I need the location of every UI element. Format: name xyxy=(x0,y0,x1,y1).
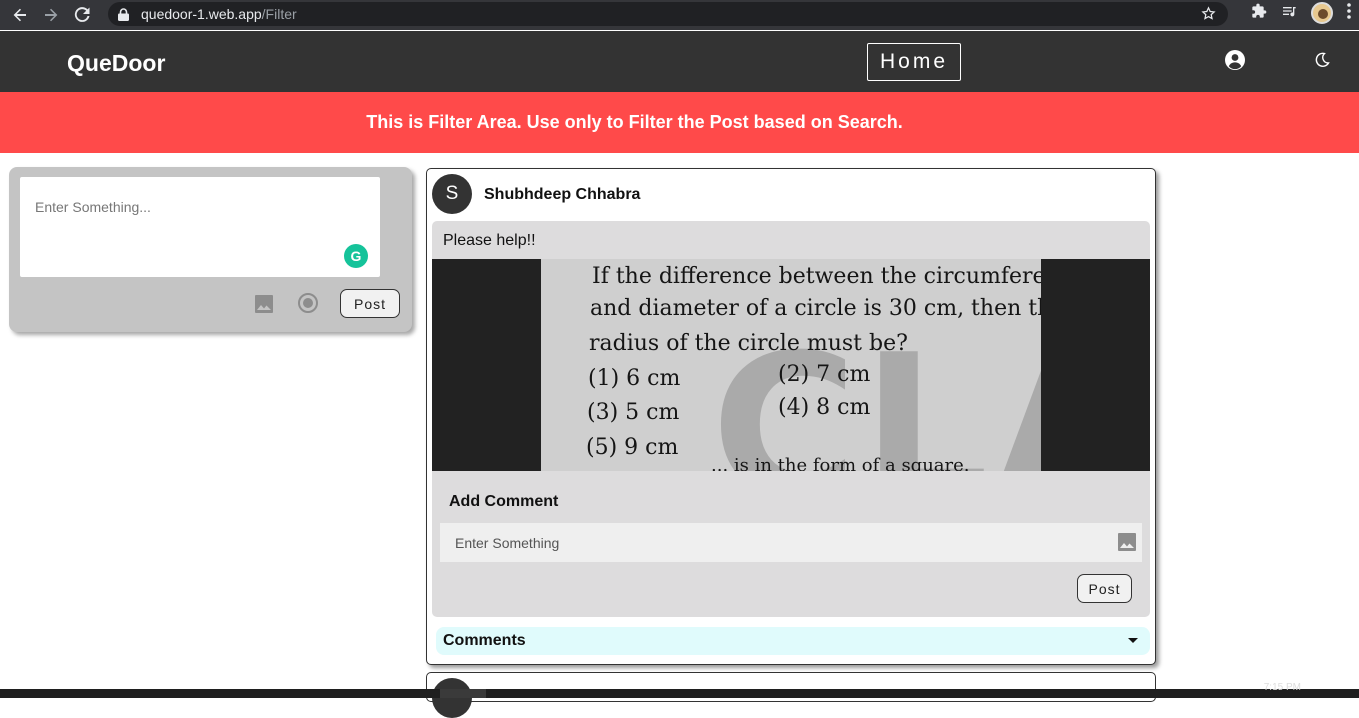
image-upload-icon[interactable] xyxy=(254,294,274,314)
author-name[interactable]: Shubhdeep Chhabra xyxy=(484,186,640,204)
forward-arrow-icon[interactable] xyxy=(40,4,62,26)
url-host: quedoor-1.web.app xyxy=(141,6,262,22)
address-bar[interactable]: quedoor-1.web.app/Filter xyxy=(108,2,1228,26)
photo-option-2: (2) 7 cm xyxy=(778,362,871,387)
taskbar-app[interactable] xyxy=(440,689,486,698)
photo-option-3: (3) 5 cm xyxy=(587,400,680,425)
compose-placeholder: Enter Something... xyxy=(35,199,151,215)
author-avatar[interactable]: S xyxy=(432,174,472,214)
caret-down-icon xyxy=(1128,638,1138,643)
comments-toggle[interactable]: Comments xyxy=(436,627,1150,655)
question-photo: CLAS If the difference between the circu… xyxy=(541,259,1041,471)
reload-icon[interactable] xyxy=(71,4,93,26)
lock-icon xyxy=(118,7,132,21)
post-image[interactable]: CLAS If the difference between the circu… xyxy=(432,259,1150,471)
back-arrow-icon[interactable] xyxy=(9,4,31,26)
photo-line-1: If the difference between the circumfere… xyxy=(592,264,1041,289)
photo-option-1: (1) 6 cm xyxy=(588,366,681,391)
dark-mode-moon-icon[interactable] xyxy=(1314,52,1330,68)
banner-text: This is Filter Area. Use only to Filter … xyxy=(366,112,903,132)
filter-area-banner: This is Filter Area. Use only to Filter … xyxy=(0,92,1359,153)
post-body: Please help!! CLAS If the difference bet… xyxy=(432,221,1150,617)
compose-post-button[interactable]: Post xyxy=(340,289,400,318)
photo-option-4: (4) 8 cm xyxy=(778,395,871,420)
bookmark-star-icon[interactable] xyxy=(1201,6,1216,24)
home-button[interactable]: Home xyxy=(867,43,961,81)
browser-toolbar: quedoor-1.web.app/Filter xyxy=(0,0,1359,30)
comment-post-button[interactable]: Post xyxy=(1077,574,1132,603)
next-author-avatar[interactable] xyxy=(432,678,472,718)
comments-label: Comments xyxy=(443,632,526,649)
os-taskbar: 7:15 PM xyxy=(0,682,1359,698)
more-menu-icon[interactable] xyxy=(1347,2,1351,24)
record-icon[interactable] xyxy=(297,292,319,314)
grammarly-icon[interactable]: G xyxy=(344,244,368,268)
add-comment-heading: Add Comment xyxy=(449,493,559,510)
photo-line-3: radius of the circle must be? xyxy=(589,331,908,356)
post-text: Please help!! xyxy=(443,232,536,249)
comment-image-icon[interactable] xyxy=(1117,532,1137,552)
comment-placeholder: Enter Something xyxy=(455,535,560,551)
media-queue-icon[interactable] xyxy=(1281,3,1297,24)
taskbar-clock: 7:15 PM xyxy=(1263,682,1301,693)
photo-line-2: and diameter of a circle is 30 cm, then … xyxy=(590,296,1041,321)
compose-card: Enter Something... G Post xyxy=(9,167,412,332)
profile-avatar[interactable] xyxy=(1311,2,1333,24)
comment-input[interactable]: Enter Something xyxy=(440,523,1142,562)
photo-option-5: (5) 9 cm xyxy=(586,435,679,460)
photo-cut-line: ... is in the form of a square. xyxy=(711,455,970,471)
extensions-puzzle-icon[interactable] xyxy=(1251,3,1267,24)
post-card: S Shubhdeep Chhabra Please help!! CLAS I… xyxy=(426,168,1156,665)
compose-textarea[interactable]: Enter Something... G xyxy=(20,177,380,277)
app-navbar: QueDoor Home xyxy=(0,31,1359,92)
user-account-icon[interactable] xyxy=(1225,50,1245,70)
url-path: /Filter xyxy=(261,6,297,22)
brand-logo[interactable]: QueDoor xyxy=(67,50,165,77)
